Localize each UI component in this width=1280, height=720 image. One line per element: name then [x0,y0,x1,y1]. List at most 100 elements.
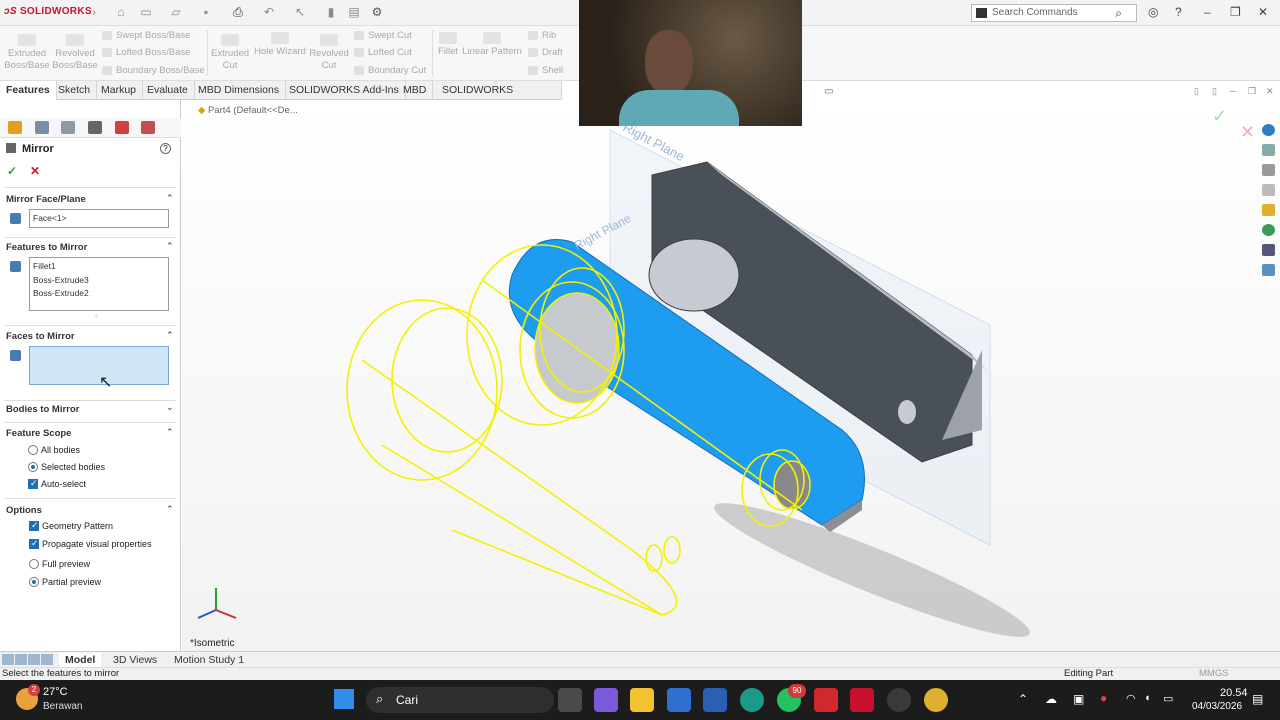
battery-icon[interactable]: ▭ [1163,692,1173,705]
list-item[interactable]: Boss-Extrude3 [33,274,165,288]
feature-scope-header[interactable]: Feature Scope [6,428,71,439]
copilot-icon[interactable] [594,688,618,712]
microphone-icon[interactable]: ● [1100,691,1107,705]
app-icon[interactable] [887,688,911,712]
tab-mbd[interactable]: MBD [397,81,434,100]
menu-expand-icon[interactable]: › [86,5,102,19]
tab-solidworks-addins[interactable]: SOLIDWORKS Add-Ins [283,81,406,100]
wifi-icon[interactable]: ◠ [1126,692,1136,705]
auto-select-checkbox[interactable]: Auto-select [28,478,86,490]
app-icon[interactable] [667,688,691,712]
property-manager-icon[interactable] [35,121,49,134]
geometry-pattern-checkbox[interactable]: Geometry Pattern [29,520,113,532]
select-icon[interactable]: ↖ [292,5,308,19]
cam-icon[interactable] [141,121,155,134]
solidworks-resources-icon[interactable] [1262,124,1275,136]
fillet-button[interactable]: Fillet [434,32,462,58]
tab-motion-study[interactable]: Motion Study 1 [168,653,250,667]
revolved-cut-button[interactable]: Revolved Cut [308,34,350,72]
notification-icon[interactable]: ▤ [1252,692,1263,706]
tab-markup[interactable]: Markup [95,81,144,100]
search-icon[interactable]: ⌕ [1115,6,1122,21]
extruded-cut-button[interactable]: Extruded Cut [210,34,250,72]
taskbar-search[interactable]: ⌕ Cari [366,687,554,713]
viewport-close-icon[interactable]: ✕ [1266,86,1274,97]
options-header[interactable]: Options [6,505,42,516]
home-icon[interactable] [1262,144,1275,156]
rib-button[interactable]: Rib [528,30,556,41]
next-tab-icon[interactable] [28,654,40,665]
close-icon[interactable]: ✕ [1258,5,1268,19]
chevron-up-icon[interactable]: ⌃ [166,330,174,341]
shell-button[interactable]: Shell [528,65,563,76]
feature-manager-icon[interactable] [8,121,22,134]
tab-evaluate[interactable]: Evaluate [141,81,195,100]
search-commands-input[interactable]: Search Commands ⌕ [971,4,1137,22]
lofted-boss-button[interactable]: Lofted Boss/Base [102,47,190,58]
onedrive-icon[interactable]: ☁ [1045,692,1057,706]
solidworks-taskbar-icon[interactable] [850,688,874,712]
open-folder-icon[interactable]: ▱ [168,5,184,19]
user-account-icon[interactable]: ◎ [1148,5,1158,19]
boundary-boss-button[interactable]: Boundary Boss/Base [102,65,205,76]
units-selector[interactable]: MMGS [1199,668,1229,680]
propagate-visual-checkbox[interactable]: Propagate visual properties [29,538,152,550]
chevron-up-icon[interactable]: ⌃ [166,193,174,204]
design-library-icon[interactable] [1262,164,1275,176]
extruded-boss-button[interactable]: Extruded Boss/Base [4,34,50,72]
tab-3d-views[interactable]: 3D Views [107,653,163,667]
appearances-icon[interactable] [1262,224,1275,236]
restore-icon[interactable]: ❐ [1230,5,1241,19]
chrome-icon[interactable] [924,688,948,712]
viewport-restore-icon[interactable]: ❐ [1248,86,1256,97]
revolved-boss-button[interactable]: Revolved Boss/Base [52,34,98,72]
ok-checkmark-icon[interactable]: ✓ [7,164,17,178]
features-to-mirror-header[interactable]: Features to Mirror [6,242,87,253]
tab-mbd-dimensions[interactable]: MBD Dimensions [192,81,287,100]
draft-button[interactable]: Draft [528,47,563,58]
bodies-to-mirror-header[interactable]: Bodies to Mirror [6,404,79,415]
swept-boss-button[interactable]: Swept Boss/Base [102,30,190,41]
print-icon[interactable]: ⎙ [230,5,246,19]
partial-preview-radio[interactable]: Partial preview [29,577,101,588]
full-preview-radio[interactable]: Full preview [29,559,90,570]
solidworks-logo[interactable]: ↄS SOLIDWORKS [4,6,92,17]
hole-wizard-button[interactable]: Hole Wizard [252,32,308,58]
configuration-manager-icon[interactable] [61,121,75,134]
clock-time[interactable]: 20.54 [1220,687,1248,699]
task-view-icon[interactable] [558,688,582,712]
home-icon[interactable]: ⌂ [113,5,129,19]
cancel-x-icon[interactable]: ✕ [30,164,40,178]
resize-handle[interactable]: ◦ [95,311,98,320]
show-hidden-icons[interactable]: ⌃ [1018,692,1028,706]
forum-icon[interactable] [1262,264,1275,276]
window-split-icon[interactable]: ▯ [1212,86,1217,97]
options-gear-icon[interactable]: ⚙ [369,5,385,19]
file-explorer-icon[interactable] [630,688,654,712]
chevron-up-icon[interactable]: ⌃ [166,427,174,438]
prev-tab-icon[interactable] [15,654,27,665]
minimize-icon[interactable]: – [1204,5,1211,19]
selected-bodies-radio[interactable]: Selected bodies [28,462,105,473]
file-explorer-icon[interactable] [1262,184,1275,196]
boundary-cut-button[interactable]: Boundary Cut [354,65,426,76]
first-tab-icon[interactable] [2,654,14,665]
tab-model[interactable]: Model [59,653,102,667]
model-view[interactable]: Right Plane Right Plane [182,100,1280,651]
viewport-minimize-icon[interactable]: – [1230,86,1236,97]
custom-properties-icon[interactable] [1262,244,1275,256]
display-manager-icon[interactable] [115,121,129,134]
list-item[interactable]: Fillet1 [33,260,165,274]
help-icon[interactable]: ? [1175,5,1182,19]
edge-icon[interactable] [740,688,764,712]
save-icon[interactable]: ▪ [198,5,214,19]
word-icon[interactable] [703,688,727,712]
features-to-mirror-list[interactable]: Fillet1 Boss-Extrude3 Boss-Extrude2 [29,257,169,311]
clock-date[interactable]: 04/03/2026 [1192,701,1242,712]
dimxpert-icon[interactable] [88,121,102,134]
tab-solidworks-inspection[interactable]: SOLIDWORKS Inspection [436,81,562,114]
display-style-icon[interactable]: ▭ [824,86,833,97]
new-document-icon[interactable]: ▭ [138,5,154,19]
chevron-up-icon[interactable]: ⌃ [166,241,174,252]
file-properties-icon[interactable]: ▤ [346,5,362,19]
